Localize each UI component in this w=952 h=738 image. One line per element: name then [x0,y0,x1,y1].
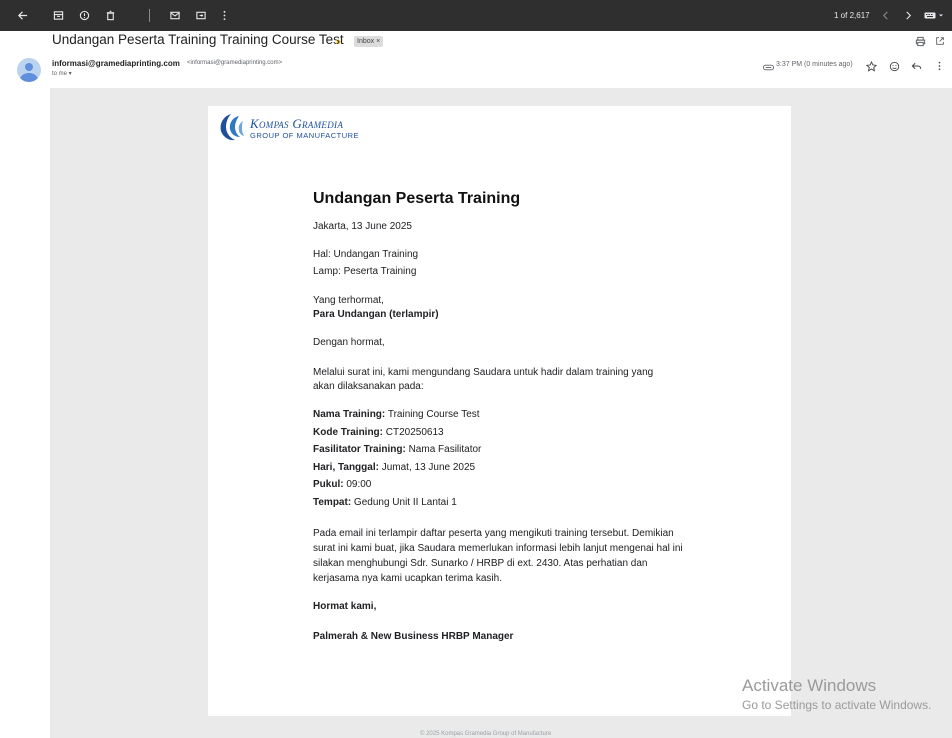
report-spam-icon[interactable] [76,0,92,31]
letter-title: Undangan Peserta Training [313,190,521,207]
detail-value: Nama Fasilitator [405,444,482,455]
detail-value: Jumat, 13 June 2025 [378,461,476,473]
letter-content: Undangan Peserta Training Jakarta, 13 Ju… [313,190,693,644]
logo-tagline: GROUP OF MANUFACTURE [250,131,360,140]
arrow-left-icon[interactable] [14,0,30,31]
letter-greeting: Yang terhormat, [313,295,384,306]
detail-row-tanggal: Hari, Tanggal: Jumat, 13 June 2025 [313,461,693,475]
print-icon[interactable] [913,33,927,49]
letter-intro: Melalui surat ini, kami mengundang Sauda… [313,367,654,392]
reply-icon[interactable] [909,58,923,74]
importance-marker-icon[interactable]: » [335,36,341,48]
emoji-icon[interactable] [887,58,901,74]
detail-label: Kode Training: [313,426,383,438]
more-vert-icon[interactable] [218,0,230,31]
input-tools-icon[interactable] [921,0,947,31]
attachment-icon [762,59,774,75]
detail-label: Hari, Tanggal: [313,461,379,473]
email-timestamp: 3:37 PM (0 minutes ago) [776,61,853,68]
detail-row-nama: Nama Training: Training Course Test [313,408,693,422]
detail-row-fasilitator: Fasilitator Training: Nama Fasilitator [313,443,693,457]
detail-row-tempat: Tempat: Gedung Unit II Lantai 1 [313,496,693,510]
letter-regards: Hormat kami, [313,600,377,612]
open-in-new-icon[interactable] [933,33,947,49]
letter-signature: Palmerah & New Business HRBP Manager [313,630,514,642]
toolbar-divider [149,9,150,22]
letter-hal: Hal: Undangan Training [313,249,419,260]
activation-watermark-subtitle: Go to Settings to activate Windows. [742,698,932,712]
letter-lamp: Lamp: Peserta Training [313,266,417,277]
archive-icon[interactable] [50,0,66,31]
detail-row-kode: Kode Training: CT20250613 [313,426,693,440]
recipient-details[interactable]: to me ▾ [52,70,72,77]
sender-name[interactable]: informasi@gramediaprinting.com [52,59,180,68]
email-subject: Undangan Peserta Training Training Cours… [52,32,344,47]
detail-label: Nama Training: [313,409,386,420]
detail-label: Fasilitator Training: [313,444,406,455]
detail-value: CT20250613 [383,426,444,438]
detail-label: Tempat: [313,496,352,508]
message-more-icon[interactable] [934,58,944,74]
move-to-icon[interactable] [193,0,209,31]
training-details: Nama Training: Training Course Test Kode… [313,408,693,510]
detail-value: 09:00 [343,479,372,490]
letter-salutation: Dengan hormat, [313,337,385,348]
pager-count: 1 of 2,617 [834,11,870,20]
mark-unread-icon[interactable] [167,0,183,31]
chevron-left-icon[interactable] [878,0,892,31]
sender-email: <informasi@gramediaprinting.com> [187,60,283,66]
logo-wordmark: Kompas Gramedia [250,116,344,131]
detail-row-pukul: Pukul: 09:00 [313,478,693,492]
letter-closing-paragraph: Pada email ini terlampir daftar peserta … [313,527,683,584]
trash-icon[interactable] [102,0,118,31]
star-icon[interactable] [864,58,878,74]
chevron-right-icon[interactable] [901,0,915,31]
activation-watermark-title: Activate Windows [742,676,877,695]
detail-value: Gedung Unit II Lantai 1 [351,496,457,508]
avatar[interactable] [17,58,41,82]
email-footer: © 2025 Kompas Gramedia Group of Manufact… [420,731,552,737]
letter-date: Jakarta, 13 June 2025 [313,221,412,232]
detail-value: Training Course Test [385,409,480,420]
detail-label: Pukul: [313,479,344,490]
subject-row: Undangan Peserta Training Training Cours… [0,31,952,50]
letter-recipient: Para Undangan (terlampir) [313,309,439,320]
inbox-label-chip[interactable]: Inbox × [354,36,384,47]
mail-toolbar: 1 of 2,617 [0,0,952,31]
